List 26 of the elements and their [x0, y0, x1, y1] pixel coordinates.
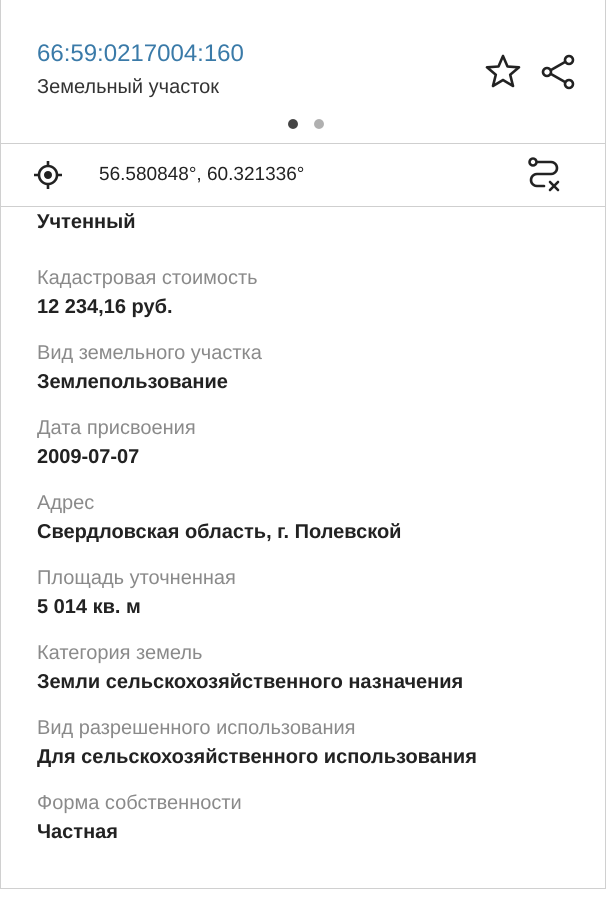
field-value: Свердловская область, г. Полевской	[37, 521, 402, 544]
field-value: Частная	[37, 821, 119, 844]
field-value: 12 234,16 руб.	[37, 296, 174, 319]
field-value: 2009-07-07	[37, 446, 140, 469]
field-value: Для сельскохозяйственного использования	[37, 746, 478, 769]
field-label: Форма собственности	[37, 792, 243, 815]
field-label: Площадь уточненная	[37, 567, 237, 590]
star-icon[interactable]	[485, 54, 521, 88]
page-indicator-dot[interactable]	[314, 119, 324, 129]
field-value: Земли сельскохозяйственного назначения	[37, 671, 464, 694]
field-label: Дата присвоения	[37, 417, 197, 440]
field-value: 5 014 кв. м	[37, 596, 142, 619]
field-label: Вид земельного участка	[37, 342, 263, 365]
field-label: Вид разрешенного использования	[37, 717, 357, 740]
field-value: Землепользование	[37, 371, 229, 394]
field-label: Кадастровая стоимость	[37, 267, 259, 290]
share-icon[interactable]	[541, 54, 575, 90]
location-target-icon[interactable]	[33, 160, 63, 190]
cadastral-number: 66:59:0217004:160	[37, 40, 244, 68]
field-label: Адрес	[37, 492, 96, 515]
route-clear-icon[interactable]	[527, 157, 561, 193]
field-value: Учтенный	[37, 211, 137, 234]
field-label: Категория земель	[37, 642, 204, 665]
page-indicator-dot[interactable]	[288, 119, 298, 129]
coordinates-text: 56.580848°, 60.321336°	[99, 164, 306, 186]
object-type: Земельный участок	[37, 76, 220, 99]
